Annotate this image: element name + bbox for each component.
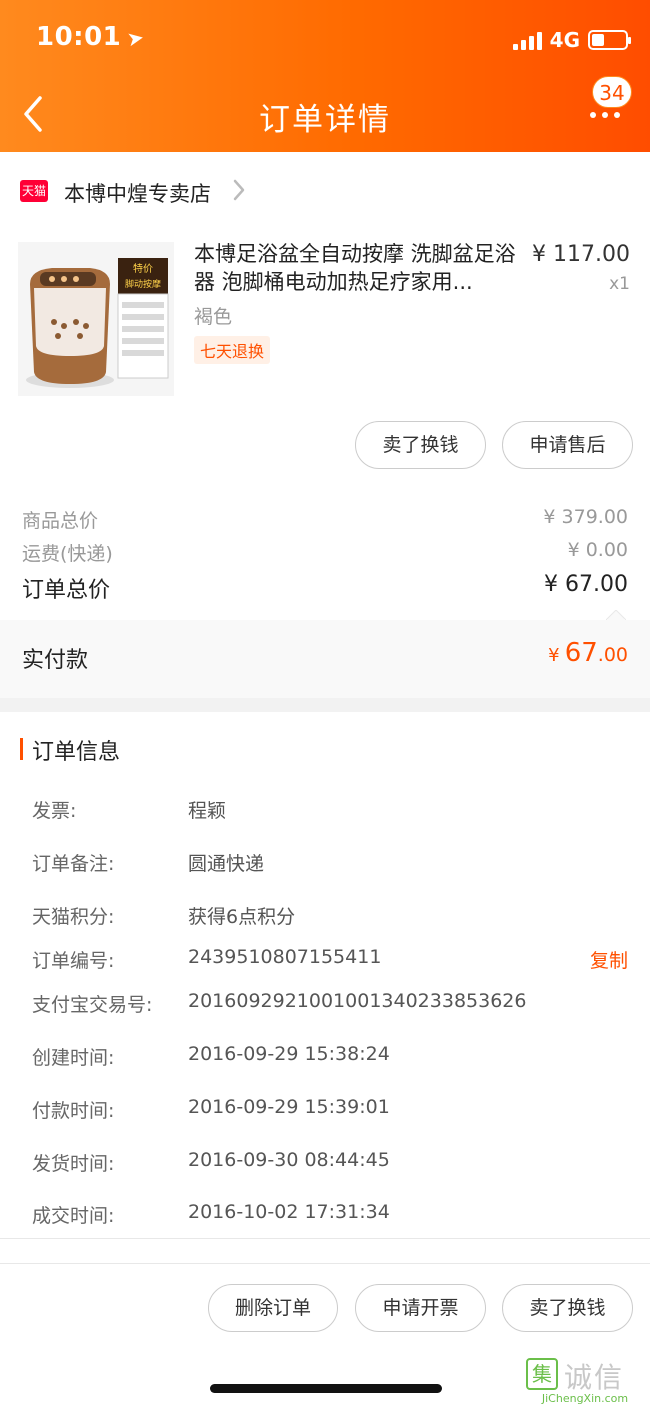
watermark-box: 集 <box>526 1358 558 1390</box>
section-accent-bar <box>20 738 23 760</box>
location-arrow-icon: ➤ <box>125 24 147 52</box>
page-title: 订单详情 <box>259 102 391 138</box>
request-after-sale-button[interactable]: 申请售后 <box>502 421 633 469</box>
info-key: 天猫积分: <box>32 906 115 928</box>
paid-decimal: .00 <box>597 644 628 666</box>
shop-row[interactable]: 天猫 本博中煌专卖店 <box>0 170 650 214</box>
info-key: 支付宝交易号: <box>32 994 153 1016</box>
delete-order-button[interactable]: 删除订单 <box>208 1284 338 1332</box>
message-count-badge: 34 <box>592 76 632 108</box>
info-row-created: 创建时间: 2016-09-29 15:38:24 <box>32 1043 628 1073</box>
watermark-logo: 集 诚信 JiChengXin.com <box>526 1356 644 1406</box>
info-value: 圆通快递 <box>188 853 265 875</box>
product-name: 本博足浴盆全自动按摩 洗脚盆足浴器 泡脚桶电动加热足疗家用... <box>194 242 516 294</box>
image-label-massage: 脚动按摩 <box>125 278 161 290</box>
section-divider <box>0 698 650 712</box>
goods-total-value: ¥ 379.00 <box>543 506 628 528</box>
divider <box>0 1238 650 1239</box>
chevron-right-icon <box>233 179 245 201</box>
battery-icon <box>588 30 631 50</box>
image-label-sale: 特价 <box>133 263 153 275</box>
shop-name: 本博中煌专卖店 <box>64 182 211 206</box>
info-key: 创建时间: <box>32 1047 115 1069</box>
info-value: 2016-09-29 15:38:24 <box>188 1043 390 1065</box>
info-row-invoice: 发票: 程颖 <box>32 796 628 826</box>
caret-up-icon <box>606 610 626 620</box>
product-price: ¥ 117.00 <box>532 242 630 267</box>
network-type: 4G <box>549 28 580 52</box>
info-key: 订单备注: <box>32 853 115 875</box>
header-bar: 10:01 ➤ 4G 订单详情 34 <box>0 0 650 152</box>
status-time: 10:01 ➤ <box>36 22 147 52</box>
info-key: 发货时间: <box>32 1153 115 1175</box>
info-value: 2439510807155411 <box>188 946 382 968</box>
watermark-text: 诚信 <box>564 1361 625 1394</box>
status-indicators: 4G <box>512 26 631 54</box>
info-value: 2016092921001001340233853626 <box>188 990 527 1012</box>
product-quantity: x1 <box>609 274 630 294</box>
info-value: 程颖 <box>188 800 227 822</box>
info-value: 2016-09-30 08:44:45 <box>188 1149 390 1171</box>
info-row-order-number: 订单编号: 2439510807155411 复制 <box>32 946 628 976</box>
info-row-shipped: 发货时间: 2016-09-30 08:44:45 <box>32 1149 628 1179</box>
info-row-completed: 成交时间: 2016-10-02 17:31:34 <box>32 1201 628 1231</box>
info-key: 成交时间: <box>32 1205 115 1227</box>
info-value: 2016-09-29 15:39:01 <box>188 1096 390 1118</box>
order-total-label: 订单总价 <box>22 578 111 603</box>
info-value: 2016-10-02 17:31:34 <box>188 1201 390 1223</box>
product-item[interactable]: 特价 脚动按摩 本博足浴盆全自动按摩 洗脚盆足浴器 泡脚桶电动加热足疗家用...… <box>0 228 650 408</box>
info-row-points: 天猫积分: 获得6点积分 <box>32 902 628 932</box>
foot-spa-image: 特价 脚动按摩 <box>18 242 174 396</box>
info-key: 付款时间: <box>32 1100 115 1122</box>
paid-amount: ¥ 67.00 <box>548 638 628 668</box>
info-value: 获得6点积分 <box>188 906 296 928</box>
paid-integer: 67 <box>564 638 598 668</box>
info-row-remark: 订单备注: 圆通快递 <box>32 849 628 879</box>
goods-total-label: 商品总价 <box>22 510 99 532</box>
return-policy-tag: 七天退换 <box>194 336 271 364</box>
order-total-value: ¥ 67.00 <box>544 572 628 597</box>
sell-for-cash-bottom-button[interactable]: 卖了换钱 <box>502 1284 633 1332</box>
product-spec: 褐色 <box>194 306 233 328</box>
product-image[interactable]: 特价 脚动按摩 <box>18 242 174 396</box>
watermark-url: JiChengXin.com <box>541 1392 629 1405</box>
paid-label: 实付款 <box>22 648 89 673</box>
paid-currency: ¥ <box>548 645 560 666</box>
signal-icon <box>512 30 542 50</box>
info-row-paid: 付款时间: 2016-09-29 15:39:01 <box>32 1096 628 1126</box>
sell-for-cash-button[interactable]: 卖了换钱 <box>355 421 486 469</box>
info-key: 发票: <box>32 800 77 822</box>
copy-order-number-button[interactable]: 复制 <box>590 946 628 973</box>
home-indicator[interactable] <box>210 1384 442 1393</box>
more-dots-icon <box>590 112 620 118</box>
divider <box>0 1263 650 1264</box>
request-invoice-button[interactable]: 申请开票 <box>355 1284 486 1332</box>
paid-amount-section: 实付款 ¥ 67.00 <box>0 610 650 698</box>
info-key: 订单编号: <box>32 950 115 972</box>
shipping-value: ¥ 0.00 <box>567 539 628 561</box>
shipping-label: 运费(快递) <box>22 543 113 565</box>
tmall-logo: 天猫 <box>20 180 48 202</box>
info-row-alipay-trade: 支付宝交易号: 2016092921001001340233853626 <box>32 990 628 1020</box>
order-info-title: 订单信息 <box>32 740 121 765</box>
